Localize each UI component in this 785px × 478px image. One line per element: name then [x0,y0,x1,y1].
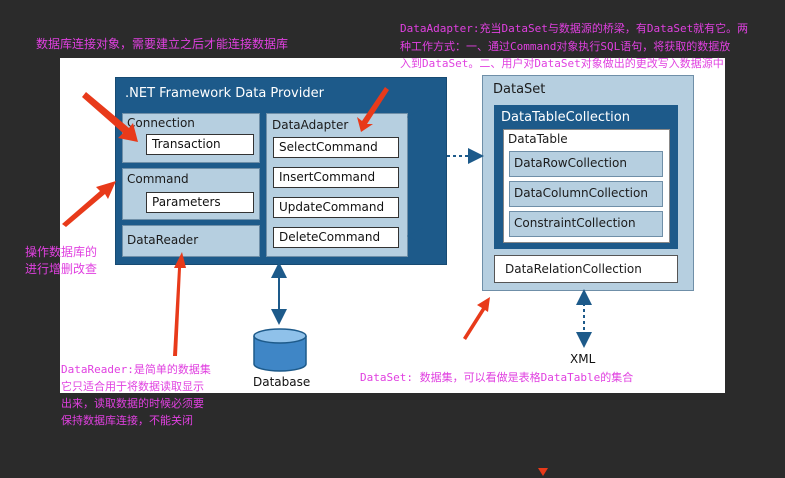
reader-annotation-line1: DataReader:是简单的数据集 [61,363,211,376]
small-red-marker [538,468,548,476]
database-label: Database [253,375,311,389]
arrow-to-datareader [173,252,186,356]
arrow-to-connection [82,92,138,142]
database-icon [253,328,307,372]
adapter-annotation-line3: 入到DataSet。二、用户对DataSet对象做出的更改写入数据源中 [400,57,724,70]
dataset-annotation: DataSet: 数据集，可以看做是表格DataTable的集合 [360,371,634,384]
adapter-annotation-line2: 种工作方式：一、通过Command对象执行SQL语句，将获取的数据放 [400,40,731,53]
command-annotation-line2: 进行增删改查 [25,262,98,276]
reader-annotation-line4: 保持数据库连接，不能关闭 [61,414,193,427]
reader-annotation-line2: 它只适合用于将数据读取显示 [61,380,204,393]
adapter-annotation-line1: DataAdapter:充当DataSet与数据源的桥梁，有DataSet就有它… [400,22,749,35]
command-annotation-line1: 操作数据库的 [25,245,98,259]
arrow-to-command [62,181,116,227]
connection-annotation: 数据库连接对象，需要建立之后才能连接数据库 [36,37,289,51]
reader-annotation-line3: 出来，读取数据的时候必须要 [61,397,204,410]
xml-label: XML [570,352,596,366]
arrow-to-dataset [463,297,490,340]
adapter-dataset-loop [407,109,484,244]
arrow-to-dataadapter [357,87,389,132]
